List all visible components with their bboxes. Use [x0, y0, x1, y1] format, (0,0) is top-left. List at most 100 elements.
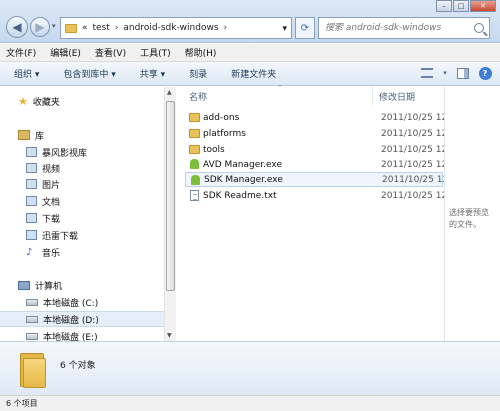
menu-file[interactable]: 文件(F) — [6, 46, 36, 59]
nav-drive-label: 本地磁盘 (E:) — [43, 332, 98, 342]
recent-pages-dropdown[interactable]: ▾ — [52, 22, 56, 30]
title-bar: – □ ✕ ◀ ▶ ▾ « test › android-sdk-windows… — [0, 0, 500, 43]
nav-drive-c[interactable]: 本地磁盘 (C:) — [0, 294, 164, 310]
nav-computer[interactable]: 计算机 — [0, 277, 164, 293]
nav-item-downloads[interactable]: 下载 — [0, 210, 164, 226]
help-button[interactable]: ? — [478, 66, 492, 80]
folder-icon — [189, 129, 200, 138]
search-input[interactable] — [325, 23, 465, 33]
change-view-button[interactable] — [420, 66, 434, 80]
address-bar[interactable]: « test › android-sdk-windows › ▾ — [60, 17, 292, 39]
scroll-up-icon[interactable]: ▲ — [167, 89, 172, 96]
preview-message-line2: 的文件。 — [449, 220, 481, 229]
text-file-icon — [190, 190, 199, 201]
address-dropdown[interactable]: ▾ — [282, 24, 287, 34]
file-name: SDK Manager.exe — [204, 174, 283, 185]
download-icon — [26, 213, 37, 223]
arrow-right-icon: ▶ — [35, 20, 45, 34]
nav-item-xunlei[interactable]: 迅雷下载 — [0, 227, 164, 243]
nav-drive-label: 本地磁盘 (C:) — [43, 298, 99, 309]
back-button[interactable]: ◀ — [6, 16, 28, 38]
nav-item-pictures[interactable]: 图片 — [0, 176, 164, 192]
organize-button[interactable]: 组织 ▾ — [14, 67, 39, 80]
file-name: SDK Readme.txt — [203, 190, 277, 201]
include-in-library-button[interactable]: 包含到库中 ▾ — [63, 67, 115, 80]
nav-libraries[interactable]: 库 — [0, 127, 164, 143]
computer-icon — [18, 280, 30, 290]
menu-edit[interactable]: 编辑(E) — [50, 46, 81, 59]
close-button[interactable]: ✕ — [470, 0, 496, 12]
nav-item-documents[interactable]: 文档 — [0, 193, 164, 209]
nav-item-label: 迅雷下载 — [42, 231, 79, 242]
android-icon — [191, 175, 200, 185]
file-date: 2011/10/25 12 — [381, 128, 448, 139]
burn-button[interactable]: 刻录 — [189, 67, 207, 80]
menu-view[interactable]: 查看(V) — [95, 46, 126, 59]
view-dropdown[interactable]: ▾ — [442, 66, 448, 80]
drive-icon — [26, 332, 38, 340]
navigation-scrollbar[interactable]: ▲ ▼ — [164, 87, 176, 341]
help-icon: ? — [478, 66, 492, 80]
drive-icon — [26, 298, 38, 306]
nav-item-label: 音乐 — [42, 248, 61, 259]
file-list: ⌃ 名称 修改日期 add-ons 2011/10/25 12 platform… — [177, 84, 448, 341]
folder-icon — [189, 113, 200, 122]
refresh-button[interactable]: ⟳ — [295, 17, 315, 39]
refresh-icon: ⟳ — [300, 22, 310, 34]
folder-icon — [189, 145, 200, 154]
file-row-sdk-readme[interactable]: SDK Readme.txt 2011/10/25 12 — [185, 188, 447, 203]
column-header-name-label: 名称 — [189, 92, 208, 103]
address-overflow[interactable]: « — [82, 23, 88, 33]
breadcrumb-chevron-icon[interactable]: › — [224, 23, 228, 33]
column-header-date[interactable]: 修改日期 — [373, 87, 443, 105]
video-library-icon — [26, 147, 37, 157]
file-date: 2011/10/25 12 — [381, 159, 448, 170]
file-row-avd-manager[interactable]: AVD Manager.exe 2011/10/25 12 — [185, 157, 447, 172]
search-icon[interactable] — [474, 23, 484, 33]
file-row-tools[interactable]: tools 2011/10/25 12 — [185, 142, 447, 157]
file-row-add-ons[interactable]: add-ons 2011/10/25 12 — [185, 110, 447, 125]
views-icon — [421, 68, 433, 78]
share-button[interactable]: 共享 ▾ — [140, 67, 165, 80]
breadcrumb-chevron-icon[interactable]: › — [115, 23, 119, 33]
file-row-sdk-manager[interactable]: SDK Manager.exe 2011/10/25 12 — [185, 172, 448, 187]
nav-favorites-label: 收藏夹 — [32, 97, 60, 108]
preview-pane-button[interactable] — [456, 66, 470, 80]
nav-favorites[interactable]: ★ 收藏夹 — [0, 93, 164, 109]
nav-item-videos[interactable]: 视频 — [0, 160, 164, 176]
arrow-left-icon: ◀ — [12, 20, 22, 34]
status-bar: 6 个项目 — [0, 395, 500, 411]
file-row-platforms[interactable]: platforms 2011/10/25 12 — [185, 126, 447, 141]
nav-item-label: 暴风影视库 — [42, 148, 88, 159]
nav-drive-e[interactable]: 本地磁盘 (E:) — [0, 328, 164, 341]
menu-help[interactable]: 帮助(H) — [185, 46, 217, 59]
breadcrumb-android-sdk-windows[interactable]: android-sdk-windows — [123, 23, 218, 33]
command-bar: 组织 ▾ 包含到库中 ▾ 共享 ▾ 刻录 新建文件夹 ▾ ? — [0, 62, 500, 86]
scroll-down-icon[interactable]: ▼ — [167, 332, 172, 339]
breadcrumb-test[interactable]: test — [93, 23, 110, 33]
download-icon — [26, 230, 37, 240]
nav-item-baofeng[interactable]: 暴风影视库 — [0, 144, 164, 160]
file-date: 2011/10/25 12 — [382, 174, 449, 185]
star-icon: ★ — [18, 94, 28, 108]
library-icon — [18, 130, 30, 140]
nav-item-label: 文档 — [42, 197, 61, 208]
navigation-pane: ★ 收藏夹 库 暴风影视库 视频 图片 文档 下载 迅雷下载 ♪ 音乐 计算机 … — [0, 87, 176, 341]
file-name: platforms — [203, 128, 246, 139]
nav-drive-d[interactable]: 本地磁盘 (D:) — [0, 311, 164, 327]
music-icon: ♪ — [26, 246, 33, 258]
nav-libraries-label: 库 — [35, 131, 45, 142]
scroll-thumb[interactable] — [166, 101, 175, 291]
document-icon — [26, 196, 37, 206]
nav-item-music[interactable]: ♪ 音乐 — [0, 244, 164, 260]
menu-tools[interactable]: 工具(T) — [140, 46, 171, 59]
column-header-name[interactable]: ⌃ 名称 — [177, 84, 373, 105]
new-folder-button[interactable]: 新建文件夹 — [231, 67, 276, 80]
minimize-button[interactable]: – — [436, 0, 452, 12]
forward-button[interactable]: ▶ — [30, 17, 50, 37]
search-box[interactable] — [318, 17, 490, 39]
folder-icon — [20, 349, 46, 389]
details-pane: 6 个对象 — [0, 341, 500, 395]
maximize-button[interactable]: □ — [453, 0, 469, 12]
file-name: tools — [203, 144, 225, 155]
